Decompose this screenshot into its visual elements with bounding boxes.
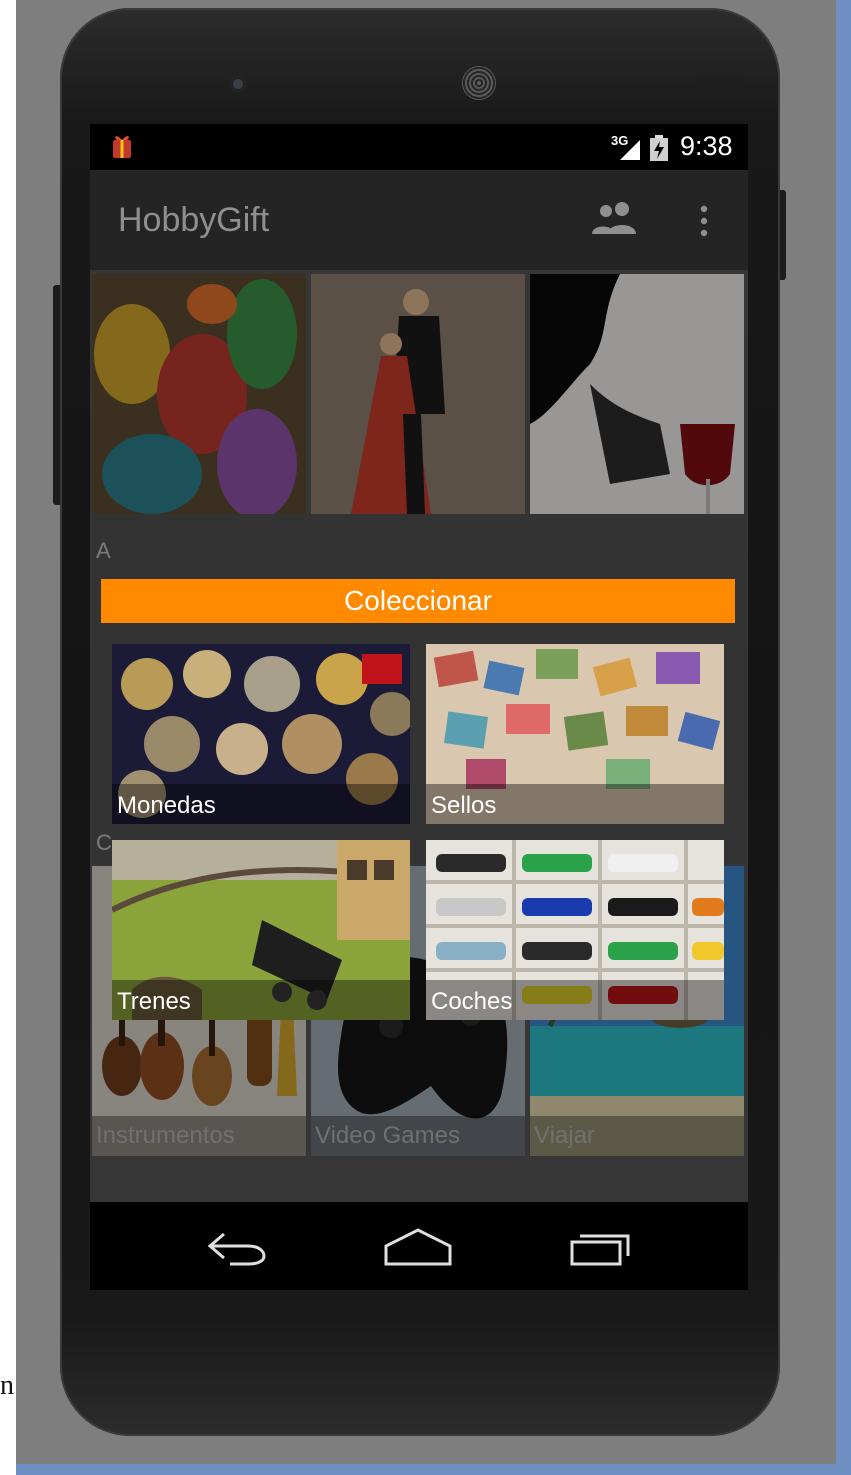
battery-charging-icon bbox=[650, 135, 668, 161]
people-icon[interactable] bbox=[590, 200, 642, 236]
window-border-right bbox=[836, 0, 851, 1475]
back-icon[interactable] bbox=[196, 1224, 276, 1270]
proximity-sensor bbox=[700, 78, 740, 86]
signal-icon bbox=[620, 140, 640, 160]
status-bar: 3G 9:38 bbox=[90, 124, 748, 170]
collect-option-label: Coches bbox=[426, 980, 724, 1020]
tile-caption-instrumentos: Instrumentos bbox=[92, 1116, 306, 1156]
collect-option-label: Monedas bbox=[112, 784, 410, 824]
action-bar: HobbyGift bbox=[90, 170, 748, 270]
home-icon[interactable] bbox=[378, 1224, 458, 1270]
hidden-row2-letter: A bbox=[96, 538, 111, 563]
device-screen: 3G 9:38 HobbyGift A C Instrumentos Video… bbox=[90, 124, 748, 1290]
gift-notification-icon bbox=[113, 136, 131, 158]
status-clock: 9:38 bbox=[680, 131, 733, 161]
navigation-bar bbox=[90, 1202, 748, 1290]
earpiece-speaker bbox=[462, 66, 496, 100]
collect-option-monedas[interactable]: Monedas bbox=[112, 644, 410, 824]
tile-caption-viajar: Viajar bbox=[530, 1116, 744, 1156]
front-camera bbox=[230, 76, 246, 92]
tile-caption-video-games: Video Games bbox=[311, 1116, 525, 1156]
collect-option-label: Trenes bbox=[112, 980, 410, 1020]
recent-apps-icon[interactable] bbox=[560, 1224, 640, 1270]
overflow-menu-icon[interactable] bbox=[696, 204, 712, 238]
collect-option-label: Sellos bbox=[426, 784, 724, 824]
app-title: HobbyGift bbox=[118, 201, 270, 239]
dialog-title: Coleccionar bbox=[101, 579, 735, 623]
collect-option-sellos[interactable]: Sellos bbox=[426, 644, 724, 824]
stray-text: n bbox=[0, 1370, 14, 1401]
collect-option-coches[interactable]: Coches bbox=[426, 840, 724, 1020]
window-border-bottom bbox=[16, 1464, 851, 1475]
collect-option-trenes[interactable]: Trenes bbox=[112, 840, 410, 1020]
hidden-row3-letter: C bbox=[96, 830, 112, 855]
hobby-grid: A C Instrumentos Video Games Viajar Cole… bbox=[90, 270, 748, 1202]
